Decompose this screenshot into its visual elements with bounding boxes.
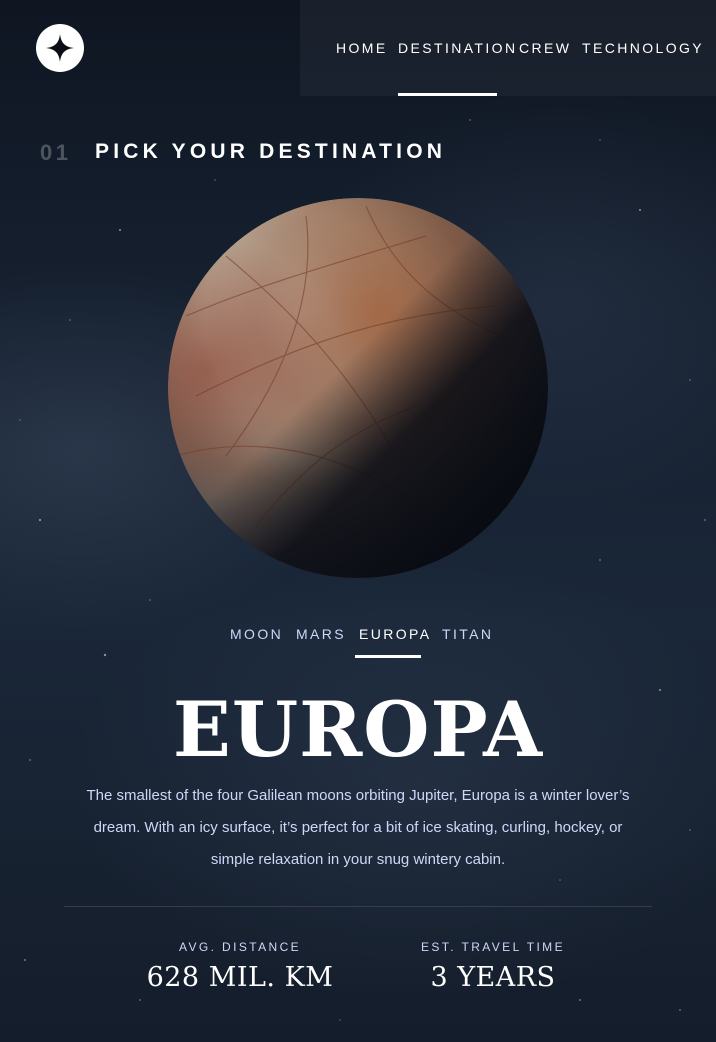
europa-planet-image: [166, 196, 550, 580]
distance-label: AVG. DISTANCE: [178, 940, 302, 954]
tab-europa[interactable]: EUROPA: [359, 626, 432, 642]
nav-item-home[interactable]: HOME: [336, 40, 388, 56]
tab-mars[interactable]: MARS: [296, 626, 346, 642]
destination-description: The smallest of the four Galilean moons …: [86, 787, 630, 868]
nav-item-crew[interactable]: CREW: [519, 40, 571, 56]
logo[interactable]: [36, 24, 84, 72]
tab-moon[interactable]: MOON: [230, 626, 283, 642]
nav-item-destination[interactable]: DESTINATION: [398, 40, 517, 56]
travel-time-value: 3 YEARS: [430, 962, 556, 993]
tab-active-indicator: [355, 655, 421, 658]
tab-titan[interactable]: TITAN: [442, 626, 493, 642]
distance-value: 628 MIL. KM: [146, 962, 334, 993]
divider: [64, 906, 652, 907]
nav-item-technology[interactable]: TECHNOLOGY: [582, 40, 704, 56]
destination-name: EUROPA: [172, 685, 544, 774]
page-title: PICK YOUR DESTINATION: [95, 140, 447, 163]
nav-active-indicator: [398, 93, 497, 96]
travel-time-label: EST. TRAVEL TIME: [421, 940, 565, 954]
page-number: 01: [40, 140, 72, 165]
star-icon: [46, 34, 74, 62]
